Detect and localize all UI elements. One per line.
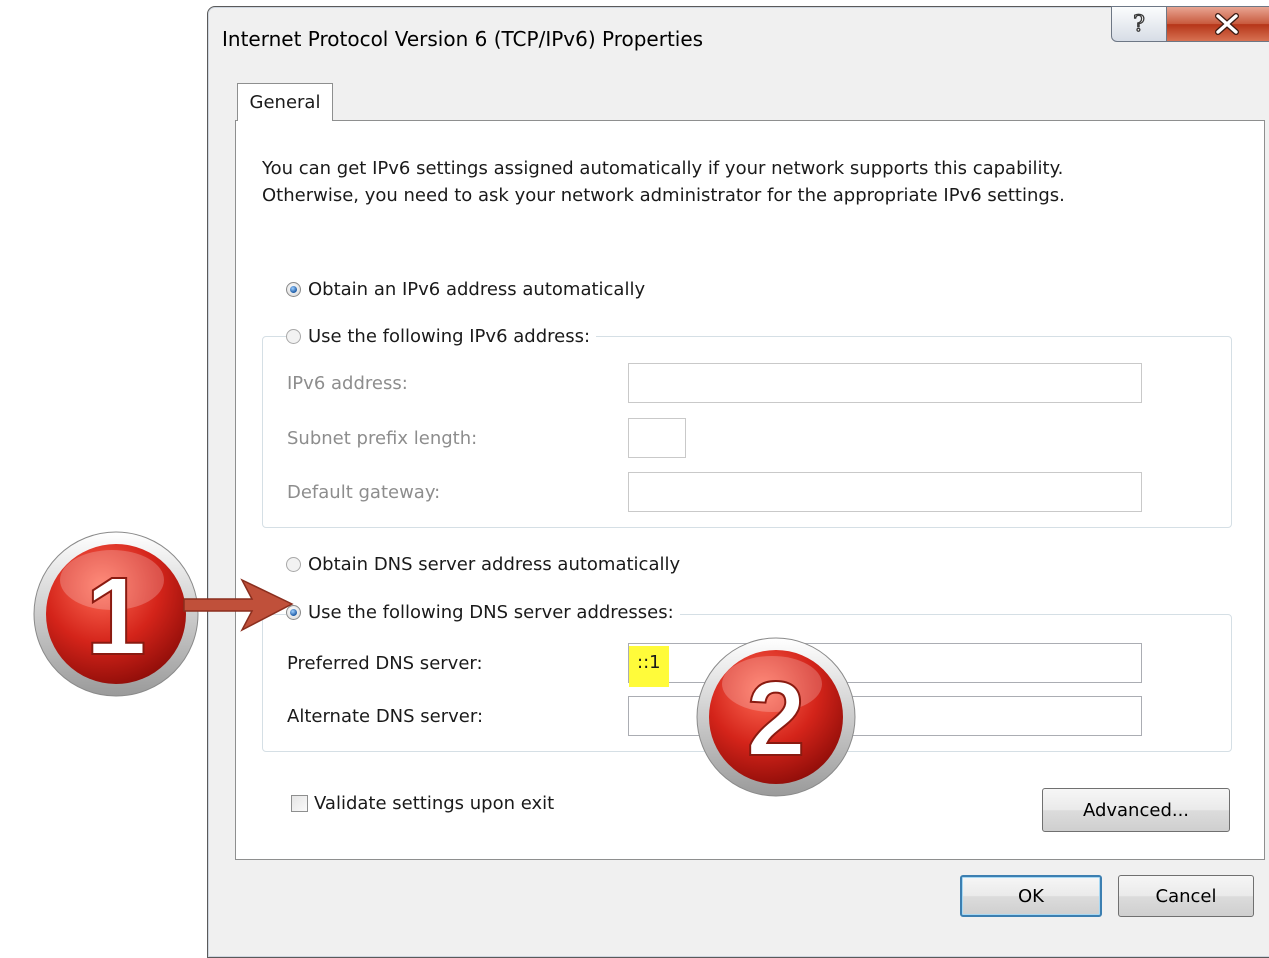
radio-obtain-dns-auto-label: Obtain DNS server address automatically <box>308 554 681 575</box>
svg-text:?: ? <box>1133 12 1145 37</box>
default-gateway-input[interactable] <box>628 472 1142 512</box>
radio-use-following-dns[interactable]: Use the following DNS server addresses: <box>286 602 680 623</box>
arrow-icon <box>183 578 294 632</box>
ipv6-properties-dialog: Internet Protocol Version 6 (TCP/IPv6) P… <box>207 6 1269 958</box>
close-button[interactable] <box>1166 6 1269 42</box>
step-2-number: 2 <box>747 660 806 778</box>
subnet-prefix-input[interactable] <box>628 418 686 458</box>
ipv6-address-group: IPv6 address: Subnet prefix length: Defa… <box>262 336 1232 528</box>
preferred-dns-value: ::1 <box>629 646 669 687</box>
validate-settings-checkbox[interactable] <box>291 795 308 812</box>
radio-use-following-ipv6-label: Use the following IPv6 address: <box>308 326 591 347</box>
radio-obtain-ipv6-auto-button[interactable] <box>286 282 301 297</box>
help-icon: ? <box>1132 11 1145 37</box>
dialog-title: Internet Protocol Version 6 (TCP/IPv6) P… <box>222 27 704 51</box>
validate-settings-label: Validate settings upon exit <box>314 793 555 814</box>
intro-line-1: You can get IPv6 settings assigned autom… <box>262 158 1064 179</box>
help-button[interactable]: ? <box>1111 6 1167 42</box>
default-gateway-label: Default gateway: <box>287 482 441 503</box>
preferred-dns-label: Preferred DNS server: <box>287 653 483 674</box>
validate-settings-checkbox-row[interactable]: Validate settings upon exit <box>291 793 554 814</box>
ok-button[interactable]: OK <box>960 875 1102 917</box>
cancel-button[interactable]: Cancel <box>1118 875 1254 917</box>
tab-general-label: General <box>249 92 321 113</box>
radio-obtain-dns-auto-button[interactable] <box>286 557 301 572</box>
radio-use-following-dns-label: Use the following DNS server addresses: <box>308 602 674 623</box>
alternate-dns-label: Alternate DNS server: <box>287 706 484 727</box>
ipv6-address-input[interactable] <box>628 363 1142 403</box>
subnet-prefix-label: Subnet prefix length: <box>287 428 478 449</box>
close-icon <box>1215 13 1239 35</box>
intro-line-2: Otherwise, you need to ask your network … <box>262 185 1065 206</box>
step-2-badge: 2 <box>696 637 856 797</box>
tab-general[interactable]: General <box>237 83 333 121</box>
step-1-number: 1 <box>85 555 146 678</box>
advanced-button[interactable]: Advanced... <box>1042 788 1230 832</box>
step-1-badge: 1 <box>33 531 199 697</box>
radio-obtain-ipv6-auto[interactable]: Obtain an IPv6 address automatically <box>286 279 652 300</box>
radio-obtain-dns-auto[interactable]: Obtain DNS server address automatically <box>286 554 687 575</box>
ipv6-address-label: IPv6 address: <box>287 373 408 394</box>
intro-text: You can get IPv6 settings assigned autom… <box>262 155 1242 209</box>
radio-use-following-ipv6-button[interactable] <box>286 329 301 344</box>
radio-obtain-ipv6-auto-label: Obtain an IPv6 address automatically <box>308 279 646 300</box>
radio-use-following-ipv6[interactable]: Use the following IPv6 address: <box>286 326 597 347</box>
